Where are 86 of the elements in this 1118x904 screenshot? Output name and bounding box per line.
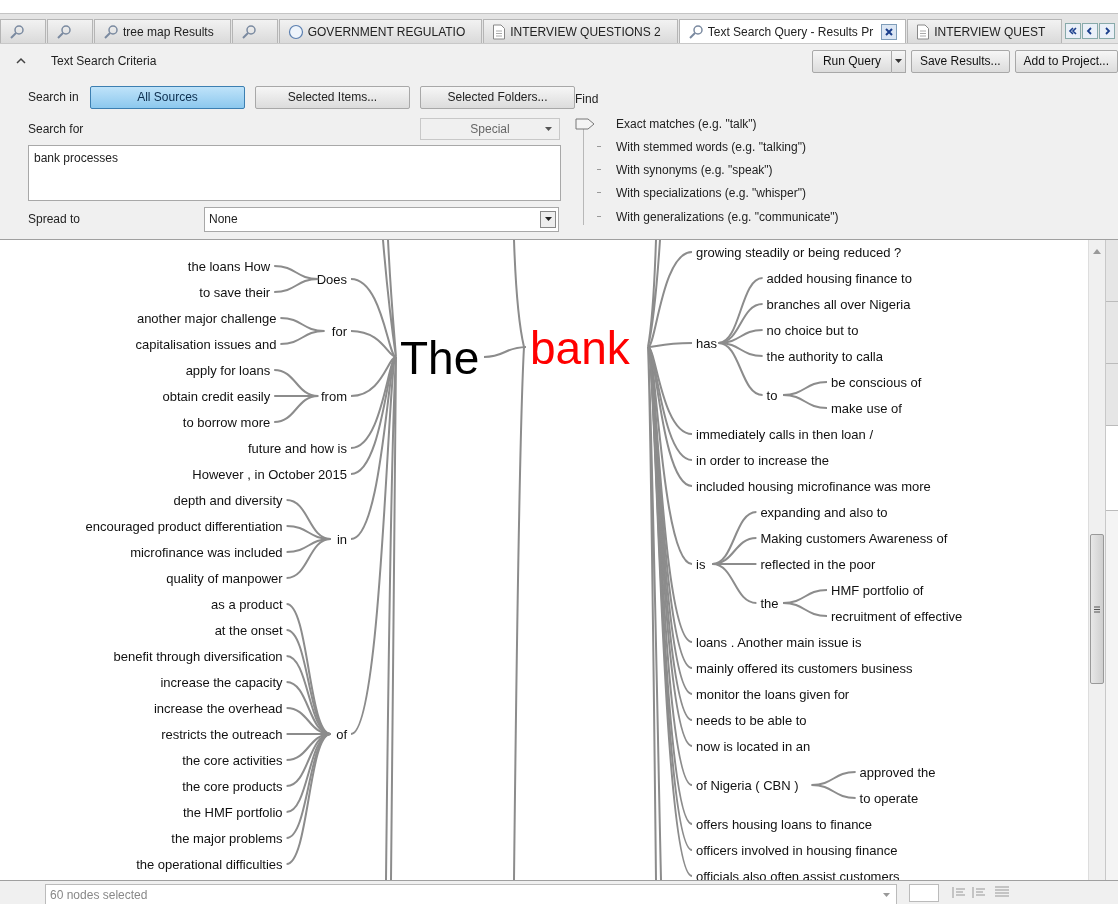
tree-phrase[interactable]: obtain credit easily <box>162 388 271 404</box>
tree-phrase[interactable]: quality of manpower <box>166 570 283 586</box>
tree-phrase[interactable]: However , in October 2015 <box>192 466 347 482</box>
tree-phrase[interactable]: included housing microfinance was more <box>696 478 931 494</box>
tree-phrase[interactable]: in <box>336 531 347 547</box>
document-tab[interactable]: Text Search Query - Results Pr <box>678 19 907 43</box>
tree-phrase[interactable]: in order to increase the <box>696 452 829 468</box>
tree-phrase[interactable]: increase the capacity <box>160 674 283 690</box>
tree-phrase[interactable]: the operational difficulties <box>136 856 283 872</box>
match-option[interactable]: Exact matches (e.g. "talk") <box>616 114 757 133</box>
special-dropdown[interactable]: Special <box>420 118 560 140</box>
tree-phrase[interactable]: to borrow more <box>182 414 271 430</box>
tree-phrase[interactable]: recruitment of effective <box>831 608 963 624</box>
tree-phrase[interactable]: the major problems <box>171 830 283 846</box>
tree-phrase[interactable]: HMF portfolio of <box>831 582 924 598</box>
tree-phrase[interactable]: the <box>760 595 779 611</box>
action-button[interactable]: Add to Project... <box>1014 49 1118 73</box>
tree-phrase[interactable]: restricts the outreach <box>161 726 283 742</box>
tree-phrase[interactable]: future and how is <box>248 440 347 456</box>
field-label: Search in <box>28 89 80 106</box>
tree-phrase[interactable]: of Nigeria ( CBN ) <box>696 777 799 793</box>
tree-phrase[interactable]: no choice but to <box>766 322 859 338</box>
tree-phrase[interactable]: at the onset <box>214 622 283 638</box>
tree-phrase[interactable]: to save their <box>199 284 271 300</box>
tree-phrase[interactable]: apply for loans <box>185 362 271 378</box>
tree-phrase[interactable]: benefit through diversification <box>113 648 283 664</box>
tree-phrase[interactable]: encouraged product differentiation <box>85 518 283 534</box>
document-tab[interactable]: INTERVIEW QUESTIONS 2 <box>483 19 678 43</box>
tree-phrase[interactable]: has <box>696 335 717 351</box>
tree-phrase[interactable]: to <box>766 387 778 403</box>
tree-phrase[interactable]: from <box>321 388 347 404</box>
scope-button[interactable]: All Sources <box>90 85 245 109</box>
document-tab[interactable]: tree map Results <box>94 19 231 43</box>
run-query-button[interactable]: Run Query <box>811 49 892 73</box>
search-input-field[interactable]: bank processes <box>28 145 561 201</box>
match-option[interactable]: With stemmed words (e.g. "talking") <box>616 137 806 156</box>
tree-phrase[interactable]: increase the overhead <box>153 700 283 716</box>
match-option[interactable]: With specializations (e.g. "whisper") <box>616 183 806 202</box>
tree-phrase[interactable]: is <box>696 556 706 572</box>
scope-button[interactable]: Selected Items... <box>255 85 410 109</box>
document-tab[interactable]: GOVERNMENT REGULATIO <box>278 19 483 43</box>
field-label: Find <box>575 91 600 108</box>
match-option[interactable]: With synonyms (e.g. "speak") <box>616 160 773 179</box>
tree-phrase[interactable]: expanding and also to <box>760 504 888 520</box>
tree-phrase[interactable]: the loans How <box>187 258 271 274</box>
tree-phrase[interactable]: the authority to calla <box>766 348 883 364</box>
tree-phrase[interactable]: reflected in the poor <box>760 556 876 572</box>
tree-phrase[interactable]: loans . Another main issue is <box>696 634 862 650</box>
tree-phrase[interactable]: the core activities <box>182 752 283 768</box>
tree-phrase[interactable]: the HMF portfolio <box>182 804 283 820</box>
scope-button[interactable]: Selected Folders... <box>420 85 575 109</box>
tree-phrase[interactable]: the core products <box>182 778 283 794</box>
tree-phrase[interactable]: monitor the loans given for <box>696 686 850 702</box>
action-button[interactable]: Save Results... <box>910 49 1010 73</box>
field-label: Search for <box>28 121 84 138</box>
tree-phrase[interactable]: to operate <box>859 790 919 806</box>
tree-phrase[interactable]: another major challenge <box>136 310 277 326</box>
tree-phrase[interactable]: needs to be able to <box>696 712 807 728</box>
tree-phrase[interactable]: added housing finance to <box>766 270 912 286</box>
selection-combo-field[interactable]: 60 nodes selected <box>45 884 897 904</box>
tree-phrase[interactable]: depth and diversity <box>173 492 283 508</box>
tree-phrase[interactable]: of <box>336 726 347 742</box>
tree-phrase[interactable]: capitalisation issues and <box>135 336 277 352</box>
tree-phrase[interactable]: Does <box>316 271 347 287</box>
tree-phrase[interactable]: Making customers Awareness of <box>760 530 948 546</box>
match-option[interactable]: With generalizations (e.g. "communicate") <box>616 207 839 226</box>
tree-phrase[interactable]: be conscious of <box>831 374 922 390</box>
tree-phrase[interactable]: officers involved in housing finance <box>696 842 898 858</box>
search-keyword[interactable]: bank <box>530 322 630 374</box>
tree-phrase[interactable]: for <box>331 323 347 339</box>
tree-phrase[interactable]: now is located in an <box>696 738 811 754</box>
field-label: Spread to <box>28 211 82 228</box>
tree-phrase[interactable]: approved the <box>859 764 936 780</box>
tree-phrase[interactable]: offers housing loans to finance <box>696 816 873 832</box>
tree-phrase[interactable]: mainly offered its customers business <box>696 660 913 676</box>
spread-select[interactable]: None <box>204 206 559 232</box>
document-tab[interactable]: INTERVIEW QUEST <box>907 19 1063 43</box>
tree-phrase[interactable]: as a product <box>211 596 283 612</box>
tree-phrase[interactable]: growing steadily or being reduced ? <box>696 244 902 260</box>
tree-phrase[interactable]: microfinance was included <box>130 544 283 560</box>
tree-phrase[interactable]: make use of <box>831 400 902 416</box>
tree-phrase[interactable]: immediately calls in then loan / <box>696 426 874 442</box>
keyword[interactable]: The <box>400 332 480 384</box>
tree-phrase[interactable]: officials also often assist customers <box>696 868 900 880</box>
tree-phrase[interactable]: branches all over Nigeria <box>766 296 911 312</box>
panel-title: Text Search Criteria <box>51 53 157 70</box>
